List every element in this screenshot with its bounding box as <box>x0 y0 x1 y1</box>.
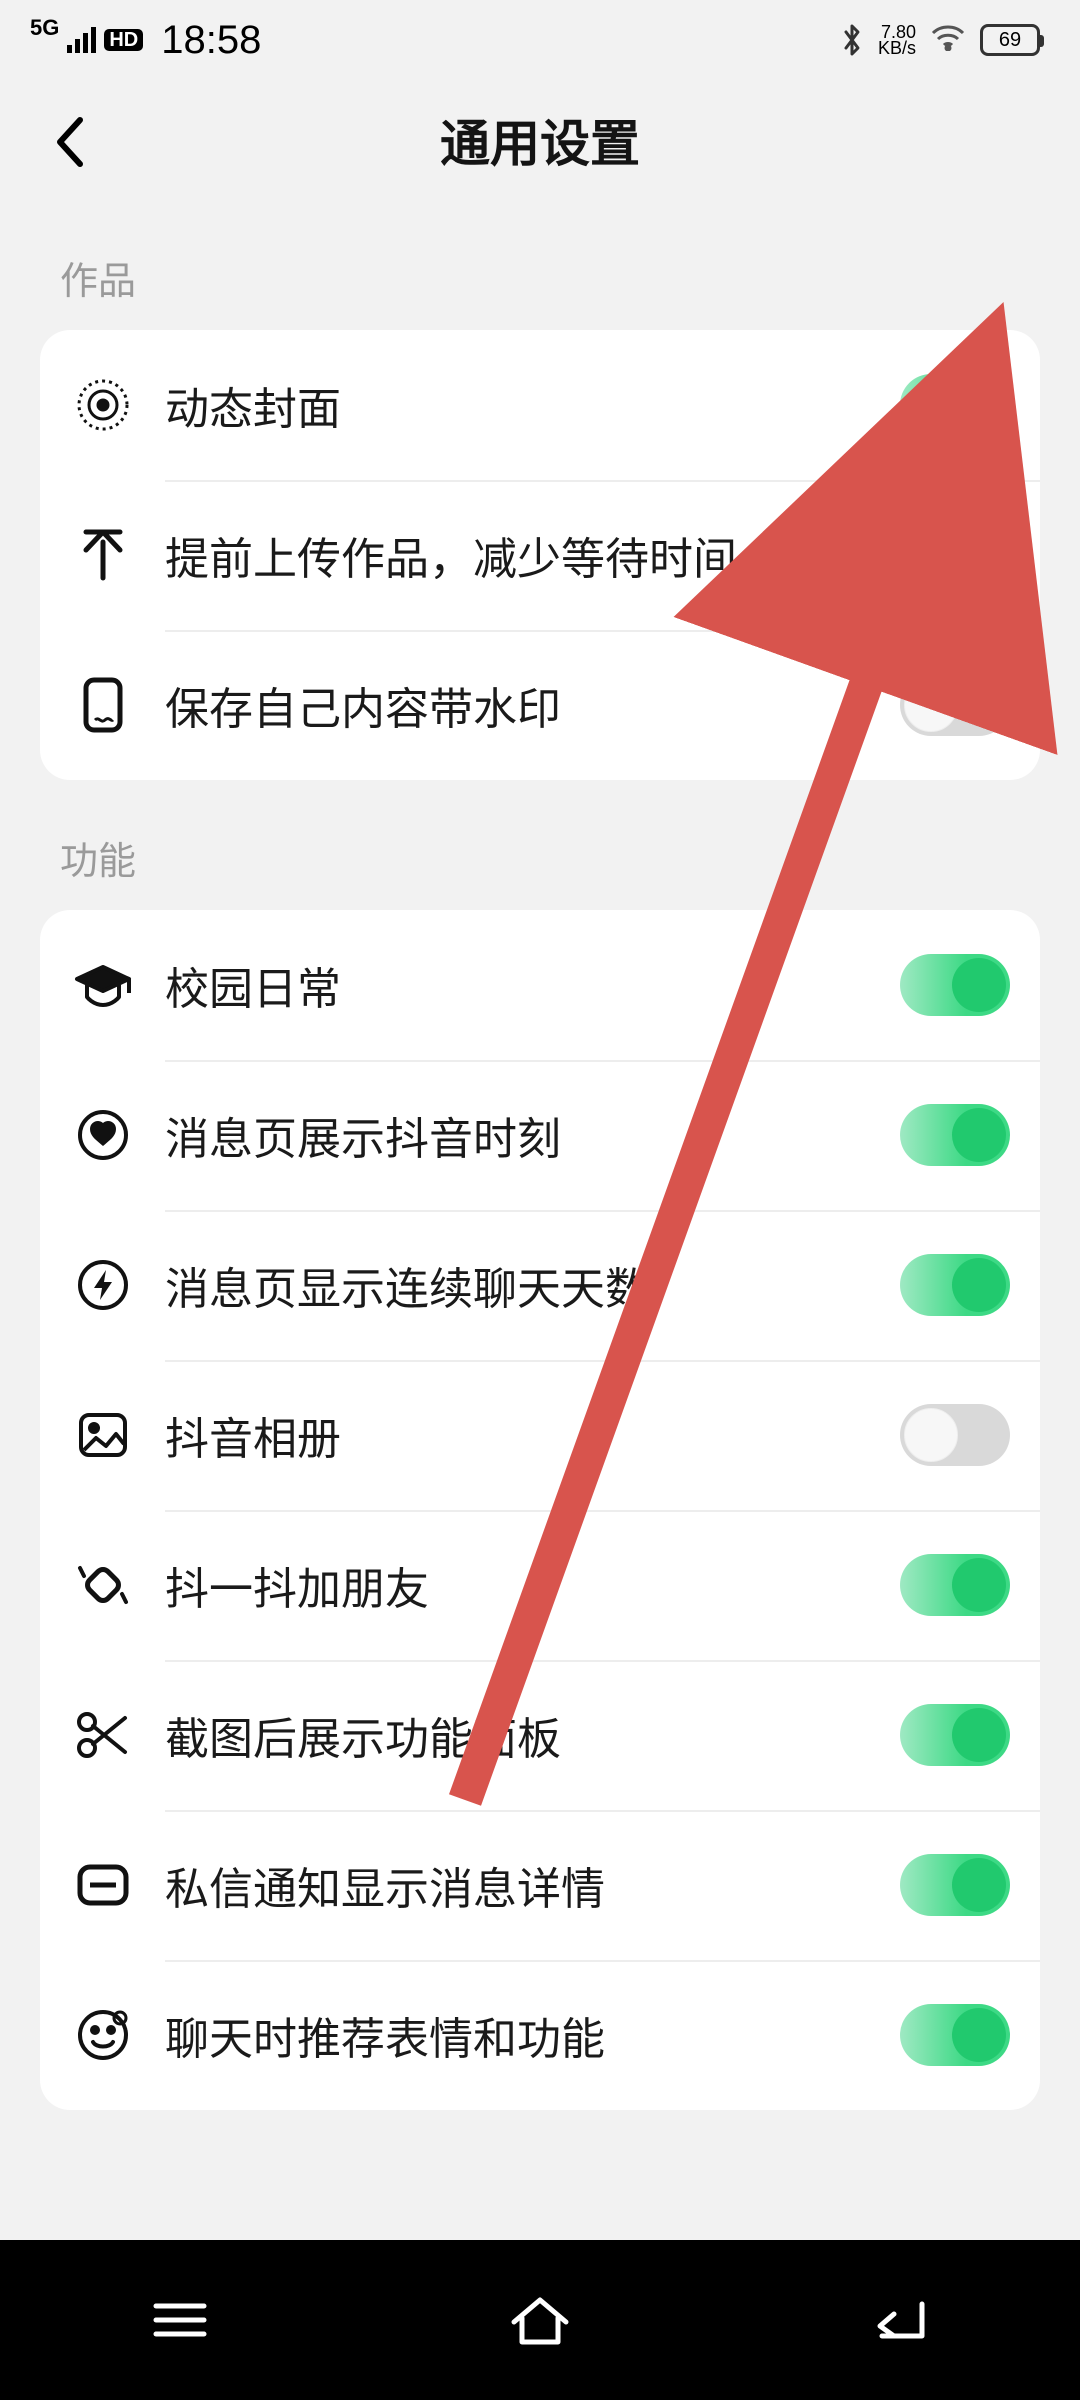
features-card: 校园日常 消息页展示抖音时刻 消息页显示连续聊天天数 <box>40 910 1040 2110</box>
row-label: 聊天时推荐表情和功能 <box>165 2003 900 2067</box>
image-icon <box>70 1403 135 1468</box>
toggle-save-watermark[interactable] <box>900 674 1010 736</box>
row-label: 消息页展示抖音时刻 <box>165 1103 900 1167</box>
clock-label: 18:58 <box>161 18 261 63</box>
row-label: 私信通知显示消息详情 <box>165 1853 900 1917</box>
row-douyin-album[interactable]: 抖音相册 <box>40 1360 1040 1510</box>
row-label: 提前上传作品，减少等待时间 <box>165 523 900 587</box>
back-button[interactable] <box>40 112 100 172</box>
wifi-icon <box>930 21 966 60</box>
phone-icon <box>70 673 135 738</box>
upload-icon <box>70 523 135 588</box>
row-campus-daily[interactable]: 校园日常 <box>40 910 1040 1060</box>
network-type-label: 5G <box>30 15 59 41</box>
toggle-chat-days[interactable] <box>900 1254 1010 1316</box>
row-dm-notify-detail[interactable]: 私信通知显示消息详情 <box>40 1810 1040 1960</box>
rotate-icon <box>70 1553 135 1618</box>
toggle-dynamic-cover[interactable] <box>900 374 1010 436</box>
status-right: 7.80 KB/s 69 <box>840 21 1040 60</box>
message-box-icon <box>70 1853 135 1918</box>
row-pre-upload[interactable]: 提前上传作品，减少等待时间 <box>40 480 1040 630</box>
toggle-pre-upload[interactable] <box>900 524 1010 586</box>
row-label: 抖音相册 <box>165 1403 900 1467</box>
page-title: 通用设置 <box>0 104 1080 176</box>
row-label: 校园日常 <box>165 953 900 1017</box>
row-save-watermark[interactable]: 保存自己内容带水印 <box>40 630 1040 780</box>
section-header-features: 功能 <box>0 780 1080 910</box>
bluetooth-icon <box>840 23 864 57</box>
row-label: 动态封面 <box>165 373 900 437</box>
lightning-circle-icon <box>70 1253 135 1318</box>
section-header-works: 作品 <box>0 200 1080 330</box>
heart-circle-icon <box>70 1103 135 1168</box>
toggle-dm-notify-detail[interactable] <box>900 1854 1010 1916</box>
emoji-face-icon <box>70 2003 135 2068</box>
row-chat-emoji-suggest[interactable]: 聊天时推荐表情和功能 <box>40 1960 1040 2110</box>
net-speed-label: 7.80 KB/s <box>878 24 916 56</box>
row-screenshot-panel[interactable]: 截图后展示功能面板 <box>40 1660 1040 1810</box>
toggle-shake-friend[interactable] <box>900 1554 1010 1616</box>
status-left: 5G HD 18:58 <box>30 18 261 63</box>
system-nav-bar <box>0 2240 1080 2400</box>
graduation-cap-icon <box>70 953 135 1018</box>
toggle-douyin-album[interactable] <box>900 1404 1010 1466</box>
row-label: 截图后展示功能面板 <box>165 1703 900 1767</box>
toggle-chat-emoji-suggest[interactable] <box>900 2004 1010 2066</box>
toggle-campus-daily[interactable] <box>900 954 1010 1016</box>
hd-badge: HD <box>104 29 143 51</box>
row-label: 抖一抖加朋友 <box>165 1553 900 1617</box>
toggle-screenshot-panel[interactable] <box>900 1704 1010 1766</box>
nav-back-button[interactable] <box>860 2280 940 2360</box>
nav-home-button[interactable] <box>500 2280 580 2360</box>
row-dynamic-cover[interactable]: 动态封面 <box>40 330 1040 480</box>
nav-recent-button[interactable] <box>140 2280 220 2360</box>
status-bar: 5G HD 18:58 7.80 KB/s 69 <box>0 0 1080 80</box>
row-shake-friend[interactable]: 抖一抖加朋友 <box>40 1510 1040 1660</box>
row-label: 消息页显示连续聊天天数 <box>165 1253 900 1317</box>
row-douyin-moment[interactable]: 消息页展示抖音时刻 <box>40 1060 1040 1210</box>
signal-bars-icon <box>67 27 96 53</box>
battery-indicator: 69 <box>980 24 1040 56</box>
row-label: 保存自己内容带水印 <box>165 673 900 737</box>
row-chat-days[interactable]: 消息页显示连续聊天天数 <box>40 1210 1040 1360</box>
page-header: 通用设置 <box>0 80 1080 200</box>
works-card: 动态封面 提前上传作品，减少等待时间 保存自己内容带水印 <box>40 330 1040 780</box>
target-icon <box>70 373 135 438</box>
scissors-icon <box>70 1703 135 1768</box>
toggle-douyin-moment[interactable] <box>900 1104 1010 1166</box>
